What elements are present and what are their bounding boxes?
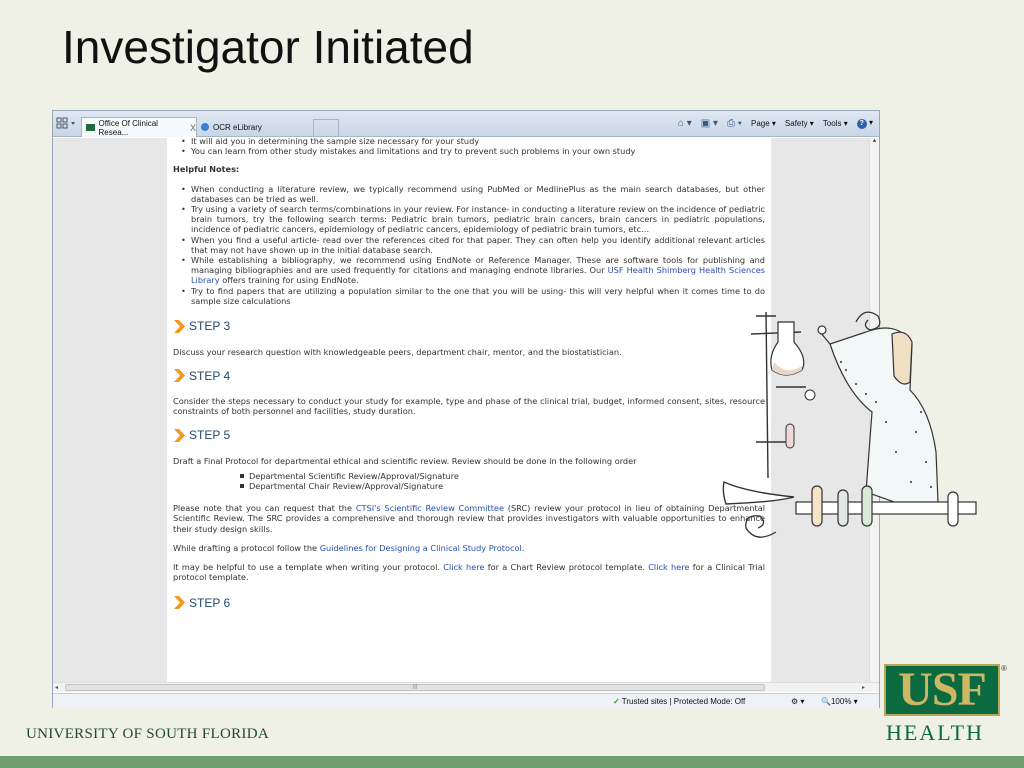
- review-order-list: Departmental Scientific Review/Approval/…: [173, 471, 765, 491]
- chevron-right-icon: [174, 369, 185, 383]
- list-item: Departmental Scientific Review/Approval/…: [240, 471, 765, 481]
- zoom-control[interactable]: 🔍100% ▾: [821, 697, 858, 706]
- footer-bar: [0, 756, 1024, 768]
- web-page-content: It will aid you in determining the sampl…: [167, 138, 771, 682]
- list-item: It will aid you in determining the sampl…: [181, 138, 765, 146]
- scroll-left-icon[interactable]: ◂: [55, 684, 58, 691]
- horizontal-scroll-thumb[interactable]: |||: [65, 684, 765, 691]
- university-footer: UNIVERSITY OF SOUTH FLORIDA: [26, 726, 269, 742]
- horizontal-scrollbar[interactable]: ◂ ||| ▸: [53, 682, 879, 692]
- scientific-review-committee-link[interactable]: CTSI's Scientific Review Committee: [356, 503, 504, 513]
- tab-office-clinical-research[interactable]: Office Of Clinical Resea... X: [81, 117, 197, 137]
- step-label: STEP 3: [189, 319, 231, 334]
- chevron-right-icon: [174, 320, 185, 334]
- step-3-text: Discuss your research question with know…: [173, 347, 622, 358]
- health-logo-text: HEALTH: [886, 720, 984, 745]
- guidelines-paragraph: While drafting a protocol follow the Gui…: [173, 543, 765, 553]
- chevron-right-icon: [174, 428, 185, 442]
- zoom-level: 100%: [830, 697, 852, 706]
- step-6-heading: STEP 6: [173, 595, 765, 610]
- status-bar: ✓ Trusted sites | Protected Mode: Off ⚙ …: [53, 693, 879, 708]
- tab-bar: Office Of Clinical Resea... X OCR eLibra…: [53, 111, 879, 137]
- zoom-icon: 🔍: [821, 697, 831, 706]
- tab-label: Office Of Clinical Resea...: [98, 118, 158, 137]
- list-item: When conducting a literature review, we …: [181, 184, 765, 204]
- list-item: Try to find papers that are utilizing a …: [181, 286, 765, 306]
- template-paragraph: It may be helpful to use a template when…: [173, 562, 765, 582]
- paragraph-text: .: [521, 542, 525, 553]
- paragraph-text: While drafting a protocol follow the: [173, 542, 320, 553]
- usf-logo-box: USF: [884, 664, 1000, 716]
- chart-review-template-link[interactable]: Click here: [443, 562, 484, 572]
- tab-label: OCR eLibrary: [213, 122, 262, 132]
- page-menu[interactable]: Page ▾: [751, 119, 776, 128]
- list-item: When you find a useful article- read ove…: [181, 235, 765, 255]
- protocol-guidelines-link[interactable]: Guidelines for Designing a Clinical Stud…: [320, 543, 522, 553]
- clinical-trial-template-link[interactable]: Click here: [648, 562, 689, 572]
- step-4-text: Consider the steps necessary to conduct …: [173, 396, 765, 417]
- step-label: STEP 4: [189, 368, 231, 383]
- step-label: STEP 5: [189, 428, 231, 443]
- helpful-notes-list: When conducting a literature review, we …: [173, 184, 765, 306]
- src-paragraph: Please note that you can request that th…: [173, 503, 765, 534]
- scroll-right-icon[interactable]: ▸: [862, 684, 865, 691]
- scroll-up-icon[interactable]: ▲: [870, 138, 879, 144]
- helpful-notes-heading: Helpful Notes:: [173, 164, 240, 175]
- ie-icon: [201, 123, 209, 131]
- usf-logo-text: USF: [898, 663, 987, 716]
- safety-menu[interactable]: Safety ▾: [785, 119, 814, 128]
- list-item: While establishing a bibliography, we re…: [181, 255, 765, 286]
- close-tab-icon[interactable]: X: [190, 123, 196, 133]
- chevron-right-icon: [174, 596, 185, 610]
- site-icon: [86, 124, 95, 131]
- tab-ocr-elibrary[interactable]: OCR eLibrary: [197, 117, 313, 137]
- paragraph-text: for a Chart Review protocol template.: [484, 562, 649, 573]
- new-tab-button[interactable]: [313, 119, 339, 137]
- security-zone-status[interactable]: ✓ Trusted sites | Protected Mode: Off: [613, 697, 745, 706]
- intro-bullet-list: It will aid you in determining the sampl…: [173, 138, 765, 157]
- checkmark-icon: ✓: [613, 697, 620, 706]
- step-4-heading: STEP 4: [173, 368, 765, 383]
- step-5-heading: STEP 5: [173, 428, 765, 443]
- scientist-clipart: [722, 311, 977, 538]
- help-icon: ?: [856, 119, 867, 129]
- command-bar: ⌂ ▾ ▣ ▾ ⎙ ▾ Page ▾ Safety ▾ Tools ▾ ? ▾: [678, 118, 873, 129]
- scientist: [817, 325, 939, 505]
- security-zone-text: Trusted sites | Protected Mode: Off: [621, 697, 746, 706]
- note-text: offers training for using EndNote.: [219, 275, 359, 286]
- list-item: Departmental Chair Review/Approval/Signa…: [240, 481, 765, 491]
- list-item: Try using a variety of search terms/comb…: [181, 204, 765, 235]
- registered-mark: ®: [1001, 664, 1007, 673]
- protected-mode-icon[interactable]: ⚙ ▾: [791, 697, 804, 706]
- step-label: STEP 6: [189, 595, 231, 610]
- step-3-heading: STEP 3: [173, 319, 765, 334]
- paragraph-text: Please note that you can request that th…: [173, 503, 356, 514]
- feeds-icon[interactable]: ▣ ▾: [701, 118, 718, 129]
- usf-health-logo: USF ® HEALTH: [884, 664, 1007, 746]
- help-menu[interactable]: ? ▾: [856, 118, 873, 129]
- paragraph-text: It may be helpful to use a template when…: [173, 562, 444, 573]
- print-icon[interactable]: ⎙ ▾: [727, 118, 742, 129]
- list-item: You can learn from other study mistakes …: [181, 146, 765, 156]
- tools-menu[interactable]: Tools ▾: [823, 119, 848, 128]
- quick-tabs-icon[interactable]: [56, 117, 82, 131]
- home-icon[interactable]: ⌂ ▾: [678, 118, 692, 129]
- step-5-text: Draft a Final Protocol for departmental …: [173, 455, 637, 466]
- slide-title: Investigator Initiated: [62, 21, 474, 73]
